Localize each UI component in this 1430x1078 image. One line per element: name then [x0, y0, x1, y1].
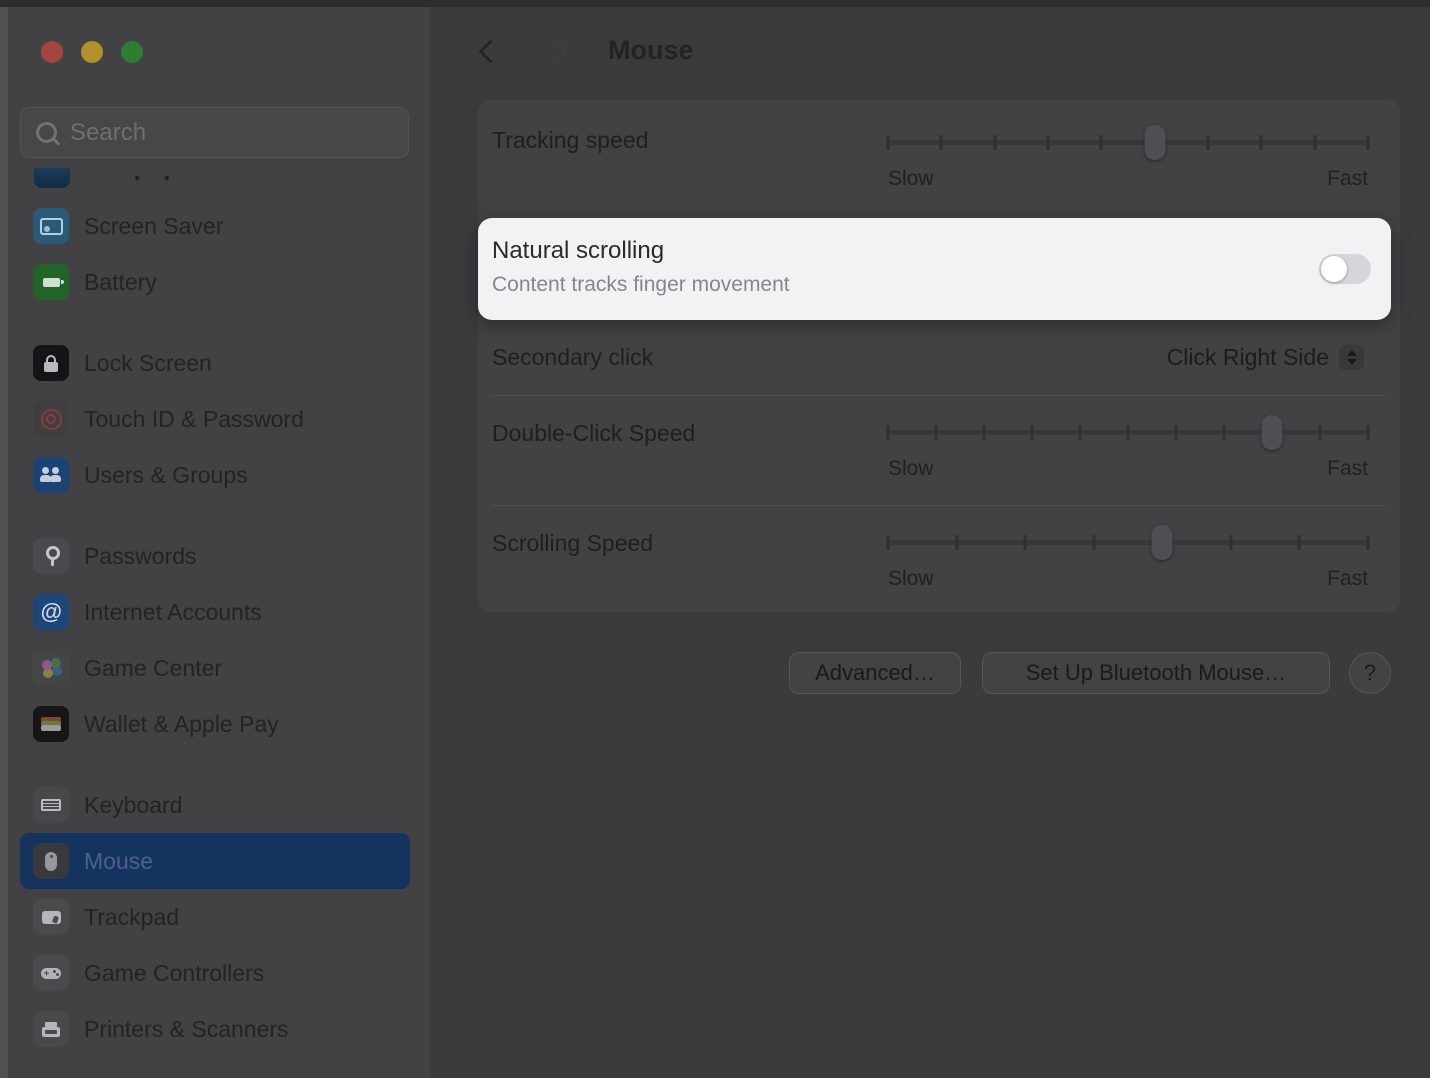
window-top-edge [0, 0, 1430, 7]
natural-scrolling-row: Natural scrolling Content tracks finger … [478, 218, 1391, 320]
trackpad-icon [33, 899, 69, 935]
screensaver-icon [33, 208, 69, 244]
double-click-speed-slider[interactable] [888, 411, 1368, 455]
page-title: Mouse [608, 35, 694, 66]
minimize-button-icon[interactable] [81, 41, 103, 63]
natural-scrolling-subtitle: Content tracks finger movement [492, 273, 790, 297]
main-content: Mouse Tracking speed Slow Fast Secondary… [430, 0, 1430, 1078]
sidebar-item-passwords[interactable]: Passwords [20, 528, 410, 584]
touchid-icon [33, 401, 69, 437]
slider-thumb[interactable] [1144, 125, 1165, 160]
sidebar-item-label: Game Center [84, 655, 222, 682]
secondary-click-dropdown[interactable]: Click Right Side [1167, 344, 1364, 371]
keyboard-icon [33, 787, 69, 823]
setup-bluetooth-mouse-button[interactable]: Set Up Bluetooth Mouse… [982, 652, 1330, 694]
double-click-max-label: Fast [1327, 457, 1368, 481]
search-placeholder: Search [70, 119, 146, 147]
sidebar-item-label: Passwords [84, 543, 196, 570]
sidebar-list: Screen Saver Battery Lock Screen Touch ID &… [20, 198, 410, 1057]
search-icon [36, 122, 57, 143]
sidebar-item-touch-id-password[interactable]: Touch ID & Password [20, 391, 410, 447]
secondary-click-label: Secondary click [492, 344, 653, 371]
mouse-icon [33, 843, 69, 879]
search-input[interactable]: Search [20, 107, 409, 158]
sidebar-item-label: Users & Groups [84, 462, 248, 489]
partial-text-dot [135, 176, 139, 180]
gamecenter-icon [33, 650, 69, 686]
sidebar-item-trackpad[interactable]: Trackpad [20, 889, 410, 945]
window-left-edge [0, 0, 8, 1078]
chevron-right-icon [544, 39, 568, 63]
traffic-lights [41, 41, 143, 63]
slider-thumb[interactable] [1152, 525, 1173, 560]
slider-thumb[interactable] [1262, 415, 1283, 450]
secondary-click-value: Click Right Side [1167, 344, 1329, 371]
sidebar-item-internet-accounts[interactable]: Internet Accounts [20, 584, 410, 640]
users-icon [33, 457, 69, 493]
sidebar-item-label: Wallet & Apple Pay [84, 711, 279, 738]
sidebar-item-label: Trackpad [84, 904, 179, 931]
double-click-speed-label: Double-Click Speed [492, 420, 695, 447]
double-click-min-label: Slow [888, 457, 934, 481]
sidebar-item-label: Game Controllers [84, 960, 264, 987]
lock-icon [33, 345, 69, 381]
sidebar-item-users-groups[interactable]: Users & Groups [20, 447, 410, 503]
sidebar-item-label: Keyboard [84, 792, 182, 819]
battery-icon [33, 264, 69, 300]
scrolling-speed-slider[interactable] [888, 521, 1368, 565]
sidebar-item-printers-scanners[interactable]: Printers & Scanners [20, 1001, 410, 1057]
sidebar-item-keyboard[interactable]: Keyboard [20, 777, 410, 833]
scrolling-speed-max-label: Fast [1327, 567, 1368, 591]
sidebar-item-mouse[interactable]: Mouse [20, 833, 410, 889]
divider [492, 395, 1386, 396]
close-button-icon[interactable] [41, 41, 63, 63]
sidebar: Search Screen Saver Battery Lock Screen Tou… [8, 0, 430, 1078]
printer-icon [33, 1011, 69, 1047]
sidebar-item-battery[interactable]: Battery [20, 254, 410, 310]
sidebar-item-wallet-apple-pay[interactable]: Wallet & Apple Pay [20, 696, 410, 752]
sidebar-item-screen-saver[interactable]: Screen Saver [20, 198, 410, 254]
forward-button[interactable] [542, 34, 576, 68]
sidebar-item-label: Touch ID & Password [84, 406, 304, 433]
sidebar-item-label: Screen Saver [84, 213, 223, 240]
settings-panel: Tracking speed Slow Fast Secondary click… [478, 100, 1400, 612]
tracking-speed-label: Tracking speed [492, 127, 648, 154]
internet-icon [33, 594, 69, 630]
scrolling-speed-min-label: Slow [888, 567, 934, 591]
back-button[interactable] [470, 34, 504, 68]
passwords-icon [33, 538, 69, 574]
sidebar-item-game-center[interactable]: Game Center [20, 640, 410, 696]
dropdown-chevrons-icon [1339, 345, 1364, 370]
zoom-button-icon[interactable] [121, 41, 143, 63]
sidebar-item-label: Mouse [84, 848, 153, 875]
sidebar-item-label: Printers & Scanners [84, 1016, 289, 1043]
sidebar-item-label: Lock Screen [84, 350, 212, 377]
natural-scrolling-toggle[interactable] [1319, 254, 1371, 284]
natural-scrolling-title: Natural scrolling [492, 237, 664, 265]
partial-text-dot [165, 176, 169, 180]
tracking-speed-min-label: Slow [888, 167, 934, 191]
help-button[interactable]: ? [1349, 652, 1391, 694]
sidebar-item-game-controllers[interactable]: Game Controllers [20, 945, 410, 1001]
gamepad-icon [33, 955, 69, 991]
tracking-speed-max-label: Fast [1327, 167, 1368, 191]
scrolling-speed-label: Scrolling Speed [492, 530, 653, 557]
toggle-knob [1321, 256, 1347, 282]
sidebar-item-lock-screen[interactable]: Lock Screen [20, 335, 410, 391]
advanced-button[interactable]: Advanced… [789, 652, 961, 694]
sidebar-item-label: Internet Accounts [84, 599, 262, 626]
chevron-left-icon [478, 39, 502, 63]
wallet-icon [33, 706, 69, 742]
tracking-speed-slider[interactable] [888, 121, 1368, 165]
divider [492, 505, 1386, 506]
sidebar-item-label: Battery [84, 269, 157, 296]
